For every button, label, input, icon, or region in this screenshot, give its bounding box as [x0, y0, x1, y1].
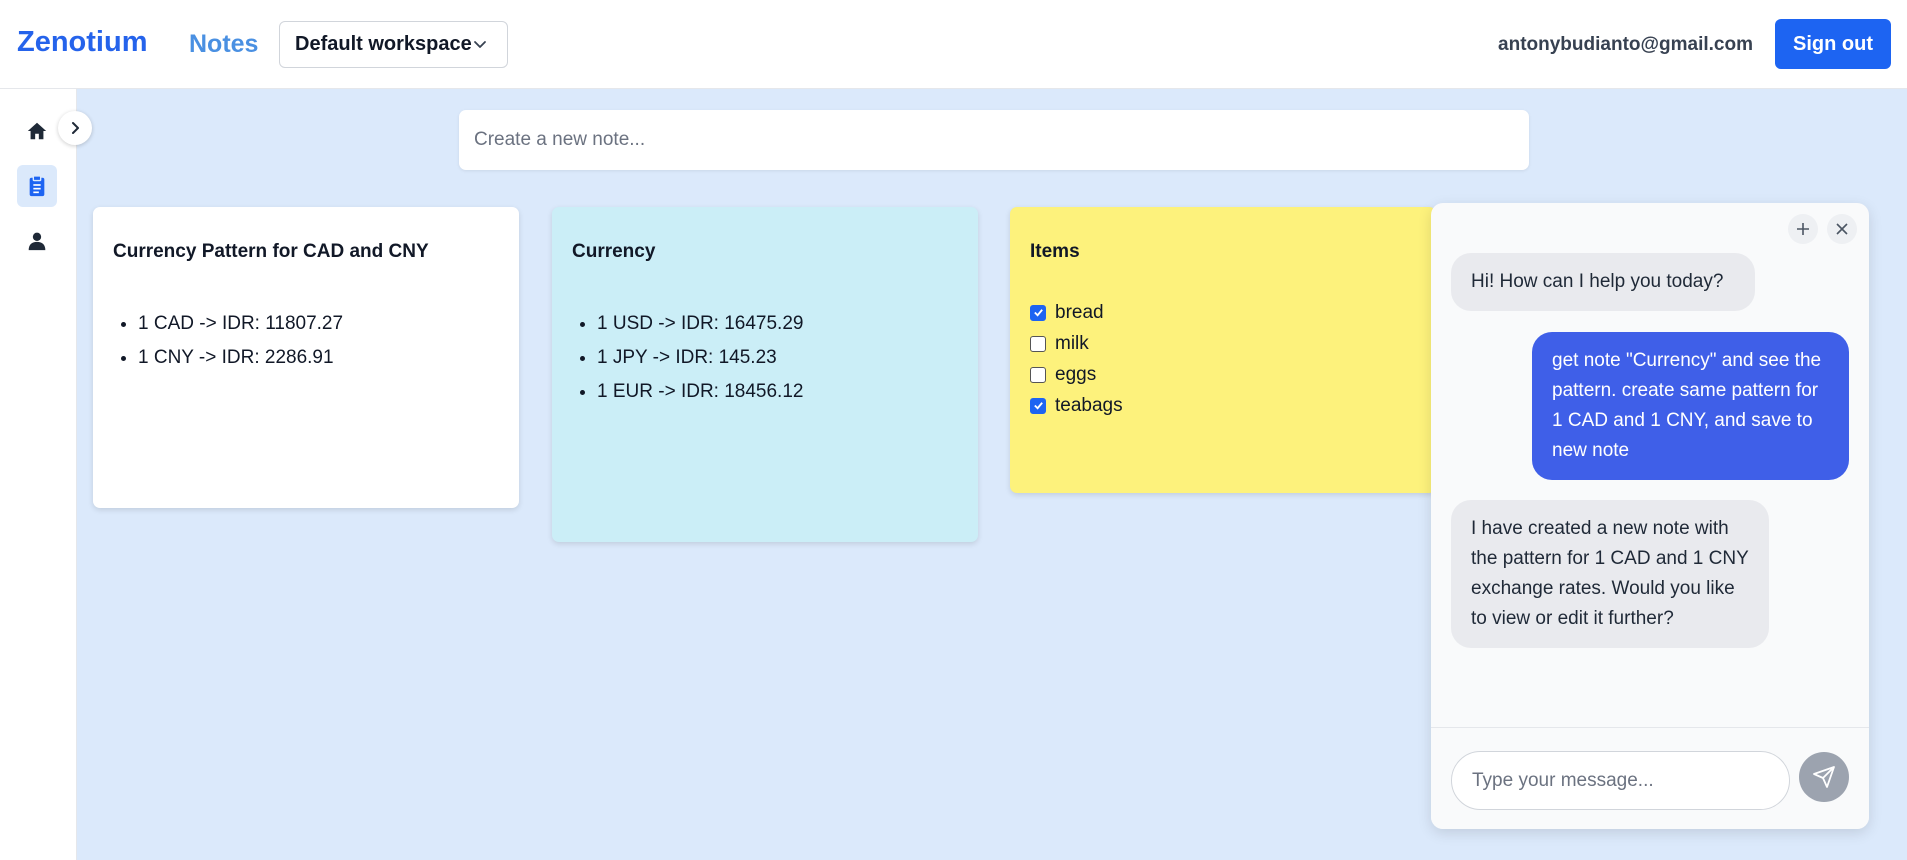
- list-item: 1 USD -> IDR: 16475.29: [597, 307, 958, 341]
- checklist: bread milk eggs teabags: [1030, 297, 1416, 421]
- checkbox[interactable]: [1030, 304, 1046, 321]
- checklist-item-label: eggs: [1055, 363, 1097, 385]
- checklist-item: eggs: [1030, 359, 1416, 390]
- list-item: 1 CAD -> IDR: 11807.27: [138, 307, 499, 341]
- check-icon: [1033, 402, 1043, 410]
- sidebar-item-home[interactable]: [17, 110, 57, 152]
- workspace-select-label: Default workspace: [295, 33, 472, 55]
- sidebar-item-profile[interactable]: [17, 220, 57, 262]
- note-title: Currency Pattern for CAD and CNY: [113, 241, 429, 262]
- checkbox[interactable]: [1030, 335, 1046, 352]
- checklist-item-label: milk: [1055, 332, 1089, 354]
- clipboard-icon: [29, 175, 45, 197]
- send-icon: [1813, 766, 1835, 788]
- list-item: 1 JPY -> IDR: 145.23: [597, 341, 958, 375]
- list-item: 1 CNY -> IDR: 2286.91: [138, 341, 499, 375]
- chat-footer: [1431, 727, 1869, 829]
- list-item: 1 EUR -> IDR: 18456.12: [597, 375, 958, 409]
- home-icon: [27, 122, 47, 140]
- sidebar-item-notes[interactable]: [17, 165, 57, 207]
- brand-logo[interactable]: Zenotium: [17, 26, 148, 59]
- nav-link-notes[interactable]: Notes: [189, 30, 258, 59]
- chat-message-assistant: Hi! How can I help you today?: [1451, 253, 1755, 311]
- new-note-input[interactable]: [459, 110, 1529, 170]
- checklist-item: milk: [1030, 328, 1416, 359]
- chat-message-user: get note "Currency" and see the pattern.…: [1532, 332, 1849, 480]
- note-card[interactable]: Items bread milk eggs teabags: [1010, 207, 1436, 493]
- top-header: Zenotium Notes Default workspace antonyb…: [0, 0, 1907, 89]
- note-card[interactable]: Currency Pattern for CAD and CNY 1 CAD -…: [93, 207, 519, 508]
- checklist-item-label: teabags: [1055, 394, 1123, 416]
- check-icon: [1033, 309, 1043, 317]
- close-chat-button[interactable]: [1827, 214, 1857, 244]
- sidebar-expand-button[interactable]: [58, 111, 92, 145]
- note-list: 1 USD -> IDR: 16475.29 1 JPY -> IDR: 145…: [572, 307, 958, 409]
- send-button[interactable]: [1799, 752, 1849, 802]
- note-title: Items: [1030, 241, 1080, 262]
- new-chat-button[interactable]: [1788, 214, 1818, 244]
- chat-message-input[interactable]: [1451, 751, 1790, 810]
- checklist-item-label: bread: [1055, 301, 1104, 323]
- user-icon: [28, 232, 46, 251]
- note-card[interactable]: Currency 1 USD -> IDR: 16475.29 1 JPY ->…: [552, 207, 978, 542]
- chat-message-assistant: I have created a new note with the patte…: [1451, 500, 1769, 648]
- note-list: 1 CAD -> IDR: 11807.27 1 CNY -> IDR: 228…: [113, 307, 499, 375]
- sidebar: [0, 89, 77, 860]
- chevron-down-icon: [474, 41, 486, 48]
- chat-panel: Hi! How can I help you today? get note "…: [1431, 203, 1869, 829]
- checkbox[interactable]: [1030, 397, 1046, 414]
- workspace-select[interactable]: Default workspace: [279, 21, 508, 68]
- note-title: Currency: [572, 241, 656, 262]
- checklist-item: teabags: [1030, 390, 1416, 421]
- sign-out-button[interactable]: Sign out: [1775, 19, 1891, 69]
- user-email: antonybudianto@gmail.com: [1498, 34, 1753, 55]
- chevron-right-icon: [72, 122, 79, 134]
- checklist-item: bread: [1030, 297, 1416, 328]
- close-icon: [1836, 223, 1848, 235]
- checkbox[interactable]: [1030, 366, 1046, 383]
- plus-icon: [1797, 223, 1809, 235]
